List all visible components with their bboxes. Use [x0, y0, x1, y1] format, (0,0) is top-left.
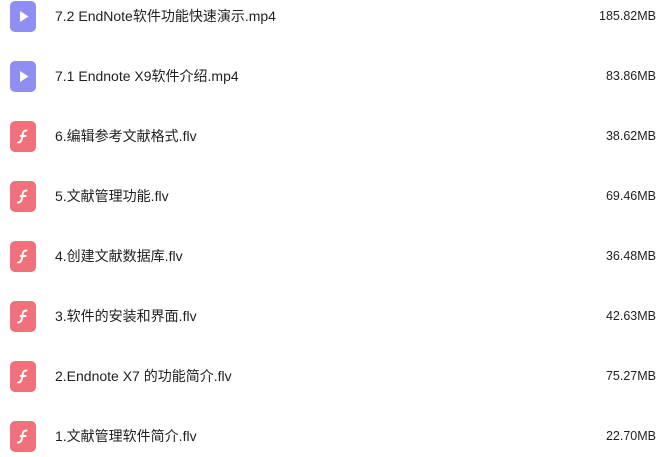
flash-file-icon	[10, 301, 36, 332]
video-play-icon	[10, 1, 36, 32]
flash-file-icon	[10, 361, 36, 392]
file-size: 185.82MB	[599, 9, 656, 23]
file-size: 22.70MB	[605, 429, 656, 443]
file-size: 38.62MB	[605, 129, 656, 143]
flash-file-icon	[10, 121, 36, 152]
file-row-6[interactable]: 6.编辑参考文献格式.flv 38.62MB	[0, 117, 666, 157]
flash-file-icon	[10, 421, 36, 452]
file-row-7-1[interactable]: 7.1 Endnote X9软件介绍.mp4 83.86MB	[0, 57, 666, 97]
file-name: 4.创建文献数据库.flv	[55, 248, 183, 264]
file-list: 7.2 EndNote软件功能快速演示.mp4 185.82MB 7.1 End…	[0, 0, 666, 457]
flash-file-icon	[10, 241, 36, 272]
file-row-1[interactable]: 1.文献管理软件简介.flv 22.70MB	[0, 417, 666, 457]
file-name: 7.1 Endnote X9软件介绍.mp4	[55, 68, 239, 84]
file-name: 7.2 EndNote软件功能快速演示.mp4	[55, 8, 276, 24]
file-size: 42.63MB	[605, 309, 656, 323]
file-row-2[interactable]: 2.Endnote X7 的功能简介.flv 75.27MB	[0, 357, 666, 397]
file-row-5[interactable]: 5.文献管理功能.flv 69.46MB	[0, 177, 666, 217]
file-size: 36.48MB	[605, 249, 656, 263]
file-name: 5.文献管理功能.flv	[55, 188, 169, 204]
file-size: 69.46MB	[605, 189, 656, 203]
file-row-3[interactable]: 3.软件的安装和界面.flv 42.63MB	[0, 297, 666, 337]
file-size: 75.27MB	[605, 369, 656, 383]
file-size: 83.86MB	[605, 69, 656, 83]
video-play-icon	[10, 61, 36, 92]
file-name: 1.文献管理软件简介.flv	[55, 428, 197, 444]
file-name: 3.软件的安装和界面.flv	[55, 308, 197, 324]
flash-file-icon	[10, 181, 36, 212]
file-name: 6.编辑参考文献格式.flv	[55, 128, 197, 144]
file-row-4[interactable]: 4.创建文献数据库.flv 36.48MB	[0, 237, 666, 277]
file-name: 2.Endnote X7 的功能简介.flv	[55, 368, 232, 384]
file-row-7-2[interactable]: 7.2 EndNote软件功能快速演示.mp4 185.82MB	[0, 0, 666, 37]
